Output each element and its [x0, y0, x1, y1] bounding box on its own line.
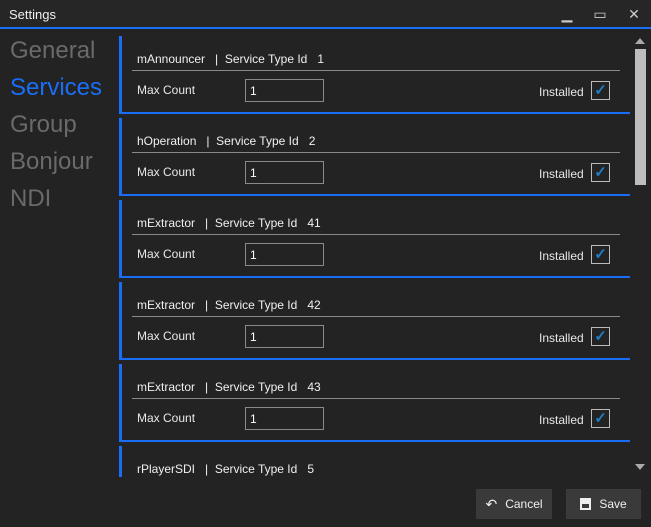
service-type-label: Service Type Id	[224, 52, 308, 66]
maximize-button[interactable]: ▭	[589, 4, 611, 24]
installed-label: Installed	[539, 331, 584, 345]
service-card: mAnnouncer | Service Type Id 1 Max Count…	[119, 36, 630, 114]
installed-label: Installed	[539, 249, 584, 263]
max-count-label: Max Count	[137, 247, 196, 261]
service-type-label: Service Type Id	[214, 216, 298, 230]
service-type-label: Service Type Id	[214, 380, 298, 394]
service-header: mExtractor | Service Type Id 43	[137, 380, 321, 394]
divider	[132, 398, 620, 399]
divider	[132, 316, 620, 317]
installed-checkbox[interactable]: ✓	[591, 327, 610, 346]
service-type-id: 5	[307, 462, 315, 476]
service-type-id: 43	[307, 380, 321, 394]
service-type-id: 41	[307, 216, 321, 230]
max-count-label: Max Count	[137, 411, 196, 425]
max-count-input[interactable]	[245, 407, 324, 430]
installed-checkbox[interactable]: ✓	[591, 81, 610, 100]
max-count-label: Max Count	[137, 83, 196, 97]
installed-label: Installed	[539, 85, 584, 99]
service-card: rPlayerSDI | Service Type Id 5 Max Count…	[119, 446, 630, 477]
max-count-input[interactable]	[245, 325, 324, 348]
scroll-down-arrow-icon[interactable]	[635, 464, 645, 470]
service-name: mExtractor	[137, 380, 196, 394]
services-list: mAnnouncer | Service Type Id 1 Max Count…	[119, 36, 630, 477]
service-card: hOperation | Service Type Id 2 Max Count…	[119, 118, 630, 196]
service-type-id: 1	[317, 52, 325, 66]
title-bar: Settings ▁ ▭ ✕	[0, 0, 651, 29]
minimize-button[interactable]: ▁	[556, 4, 578, 24]
service-type-label: Service Type Id	[216, 134, 299, 148]
scrollbar-thumb[interactable]	[635, 49, 646, 185]
save-label: Save	[599, 497, 627, 511]
max-count-input[interactable]	[245, 161, 324, 184]
divider	[132, 234, 620, 235]
service-type-label: Service Type Id	[214, 298, 298, 312]
max-count-label: Max Count	[137, 165, 196, 179]
service-header: rPlayerSDI | Service Type Id 5	[137, 462, 315, 476]
service-card: mExtractor | Service Type Id 41 Max Coun…	[119, 200, 630, 278]
service-header: mExtractor | Service Type Id 41	[137, 216, 321, 230]
settings-nav: General Services Group Bonjour NDI	[0, 31, 112, 216]
max-count-label: Max Count	[137, 329, 196, 343]
undo-icon: ↶	[485, 495, 498, 512]
service-card: mExtractor | Service Type Id 42 Max Coun…	[119, 282, 630, 360]
service-card: mExtractor | Service Type Id 43 Max Coun…	[119, 364, 630, 442]
max-count-input[interactable]	[245, 243, 324, 266]
nav-item-group[interactable]: Group	[0, 105, 112, 142]
divider	[132, 152, 620, 153]
service-name: rPlayerSDI	[137, 462, 196, 476]
close-button[interactable]: ✕	[623, 4, 645, 24]
save-button[interactable]: Save	[566, 489, 641, 519]
service-name: mExtractor	[137, 216, 196, 230]
service-name: mExtractor	[137, 298, 196, 312]
cancel-button[interactable]: ↶ Cancel	[476, 489, 552, 519]
divider	[132, 70, 620, 71]
installed-checkbox[interactable]: ✓	[591, 163, 610, 182]
installed-label: Installed	[539, 167, 584, 181]
service-type-id: 2	[308, 134, 316, 148]
nav-item-bonjour[interactable]: Bonjour	[0, 142, 112, 179]
service-header: mExtractor | Service Type Id 42	[137, 298, 321, 312]
service-header: mAnnouncer | Service Type Id 1	[137, 52, 325, 66]
service-type-label: Service Type Id	[214, 462, 298, 476]
cancel-label: Cancel	[505, 497, 543, 511]
installed-checkbox[interactable]: ✓	[591, 245, 610, 264]
nav-item-services[interactable]: Services	[0, 68, 112, 105]
service-header: hOperation | Service Type Id 2	[137, 134, 316, 148]
service-type-id: 42	[307, 298, 321, 312]
floppy-icon	[580, 498, 592, 510]
service-name: hOperation	[137, 134, 197, 148]
max-count-input[interactable]	[245, 79, 324, 102]
service-name: mAnnouncer	[137, 52, 206, 66]
scroll-up-arrow-icon[interactable]	[635, 38, 645, 44]
nav-item-ndi[interactable]: NDI	[0, 179, 112, 216]
installed-checkbox[interactable]: ✓	[591, 409, 610, 428]
window-title: Settings	[9, 7, 56, 22]
nav-item-general[interactable]: General	[0, 31, 112, 68]
installed-label: Installed	[539, 413, 584, 427]
